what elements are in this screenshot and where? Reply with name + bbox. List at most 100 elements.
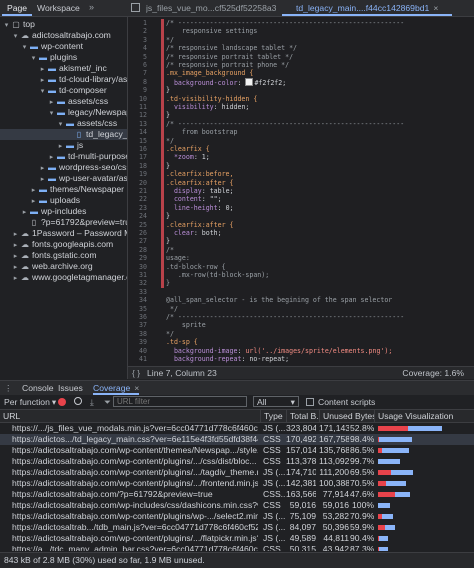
tree-item-label: wp-includes [41, 206, 86, 216]
column-total-bytes[interactable]: Total B... [286, 410, 319, 422]
table-row[interactable]: https://adictosaltrabajo.com/wp-includes… [0, 500, 474, 511]
table-row[interactable]: https://adictosaltrabajo.com/wp-content/… [0, 467, 474, 478]
chevron-right-icon[interactable]: ▸ [11, 273, 20, 284]
type-filter-select[interactable]: All▾ [253, 396, 299, 407]
table-row[interactable]: https://adictosaltrabajo.com/wp-content/… [0, 445, 474, 456]
content-scripts-label: Content scripts [318, 396, 375, 408]
column-usage-visualization[interactable]: Usage Visualization [374, 410, 474, 422]
color-swatch[interactable] [245, 78, 253, 86]
tab-page[interactable]: Page [2, 0, 32, 16]
row-total-bytes: 49,589 [286, 533, 316, 544]
row-unused-bytes: 171,143 [319, 423, 349, 434]
used-bytes-bar [378, 492, 395, 497]
tree-item[interactable]: ▸▬akismet/_inc [0, 63, 107, 74]
tree-item[interactable]: ▸▬js [0, 140, 83, 151]
code-line: /* responsive landscape tablet */ [166, 44, 297, 52]
tree-item[interactable]: ▸☁web.archive.org [0, 261, 93, 272]
url-filter-input[interactable] [113, 396, 247, 407]
drawer-tab-bar: ⋮ Console Issues Coverage× [0, 380, 474, 396]
tree-item[interactable]: ▸▬wp-includes [0, 206, 86, 217]
table-row[interactable]: https://.../js_files_vue_modals.min.js?v… [0, 423, 474, 434]
row-total-bytes: 113,378 [286, 456, 316, 467]
tree-item[interactable]: ▸▬wordpress-seo/css/dist [0, 162, 128, 173]
close-tab-icon[interactable]: × [433, 3, 438, 13]
table-row[interactable]: https://adictosaltrab.../tdb_main.js?ver… [0, 522, 474, 533]
unused-coverage-marker [161, 78, 164, 86]
tree-item[interactable]: ▾☁adictosaltrabajo.com [0, 30, 111, 41]
table-row[interactable]: https://a.../tdc_many_admin_bar.css?ver=… [0, 544, 474, 551]
line-number: 11 [128, 103, 147, 111]
tree-item[interactable]: ▯?p=61792&preview=true [0, 217, 128, 228]
tree-item[interactable]: ▸▬themes/Newspaper [0, 184, 124, 195]
tree-item[interactable]: ▸☁www.googletagmanager.com [0, 272, 128, 283]
row-unused-bytes: 111,200 [319, 467, 349, 478]
row-total-bytes: 157,014 [286, 445, 316, 456]
pretty-print-icon[interactable]: { } [132, 367, 140, 379]
tree-item[interactable]: ▾▬wp-content [0, 41, 83, 52]
drawer-menu-icon[interactable]: ⋮ [4, 381, 13, 395]
tree-item[interactable]: ▾▢top [0, 19, 35, 30]
row-total-bytes: 170,492 [286, 434, 316, 445]
more-tabs-icon[interactable]: » [89, 2, 94, 12]
unused-coverage-marker [161, 128, 164, 136]
tree-item[interactable]: ▸☁fonts.googleapis.com [0, 239, 113, 250]
column-url[interactable]: URL [0, 410, 260, 422]
tree-item[interactable]: ▾▬assets/css [0, 118, 117, 129]
table-row[interactable]: https://adictosaltrabajo.com/wp-content/… [0, 511, 474, 522]
tab-coverage[interactable]: Coverage× [93, 381, 139, 395]
code-line: content: ""; [166, 195, 222, 203]
line-number: 4 [128, 44, 147, 52]
column-unused-bytes[interactable]: Unused Bytes ▾ [319, 410, 374, 422]
tree-item[interactable]: ▾▬legacy/Newspaper [0, 107, 128, 118]
unused-coverage-marker [161, 204, 164, 212]
code-editor[interactable]: 1234567891011121314151617181920212223242… [128, 17, 474, 366]
usage-bar [378, 525, 395, 530]
tree-item[interactable]: ▯td_legacy_main.c [0, 129, 128, 140]
tree-item[interactable]: ▾▬plugins [0, 52, 77, 63]
editor-tab-td-legacy-main[interactable]: td_legacy_main....f44cc142869bd1× [282, 0, 452, 16]
code-line: */ [166, 36, 174, 44]
code-line: .td-sp { [166, 338, 198, 346]
table-row[interactable]: https://adictosaltrabajo.com/wp-content/… [0, 478, 474, 489]
export-icon[interactable]: ⤓ [90, 396, 94, 408]
line-number: 3 [128, 36, 147, 44]
tree-item[interactable]: ▸▬assets/css [0, 96, 108, 107]
tab-console[interactable]: Console [22, 381, 54, 395]
record-icon[interactable] [58, 398, 66, 406]
per-function-select[interactable]: Per function▾ [4, 396, 56, 408]
unused-coverage-marker [161, 137, 164, 145]
tree-item[interactable]: ▸▬td-cloud-library/assets [0, 74, 128, 85]
tree-item[interactable]: ▾▬td-composer [0, 85, 107, 96]
line-gutter: 1234567891011121314151617181920212223242… [128, 17, 166, 366]
unused-bytes-bar [395, 492, 410, 497]
row-total-bytes: 142,381 [286, 478, 316, 489]
toggle-navigator-icon[interactable] [131, 3, 140, 12]
usage-bar [378, 481, 406, 486]
line-number: 12 [128, 111, 147, 119]
column-type[interactable]: Type [260, 410, 286, 422]
tree-item[interactable]: ▸☁fonts.gstatic.com [0, 250, 96, 261]
tree-item[interactable]: ▸▬td-multi-purpose [0, 151, 128, 162]
tab-workspace[interactable]: Workspace [32, 0, 85, 16]
unused-coverage-marker [161, 212, 164, 220]
table-row[interactable]: https://adictos.../td_legacy_main.css?ve… [0, 434, 474, 445]
tab-issues[interactable]: Issues [58, 381, 83, 395]
row-url: https://adictosaltrabajo.com/wp-content/… [12, 445, 258, 456]
editor-tab-js-files[interactable]: js_files_vue_mo...cf525df52258a3 [146, 0, 282, 16]
table-row[interactable]: https://adictosaltrabajo.com/wp-content/… [0, 456, 474, 467]
clear-icon[interactable] [74, 397, 82, 405]
tree-item[interactable]: ▸☁1Password – Password Manage [0, 228, 128, 239]
row-type: CSS [263, 456, 285, 467]
used-bytes-bar [378, 481, 386, 486]
line-number: 27 [128, 237, 147, 245]
folder-icon: ▬ [47, 85, 57, 96]
table-row[interactable]: https://adictosaltrabajo.com/?p=61792&pr… [0, 489, 474, 500]
tree-item[interactable]: ▸▬uploads [0, 195, 80, 206]
close-tab-icon[interactable]: × [134, 383, 139, 393]
content-scripts-checkbox[interactable] [306, 398, 314, 406]
tree-item[interactable]: ▸▬wp-user-avatar/assets [0, 173, 128, 184]
row-url: https://adictosaltrabajo.com/wp-content/… [12, 478, 258, 489]
unused-coverage-marker [161, 103, 164, 111]
table-row[interactable]: https://adictosaltrabajo.com/wp-content/… [0, 533, 474, 544]
folder-icon: ▬ [47, 74, 57, 85]
